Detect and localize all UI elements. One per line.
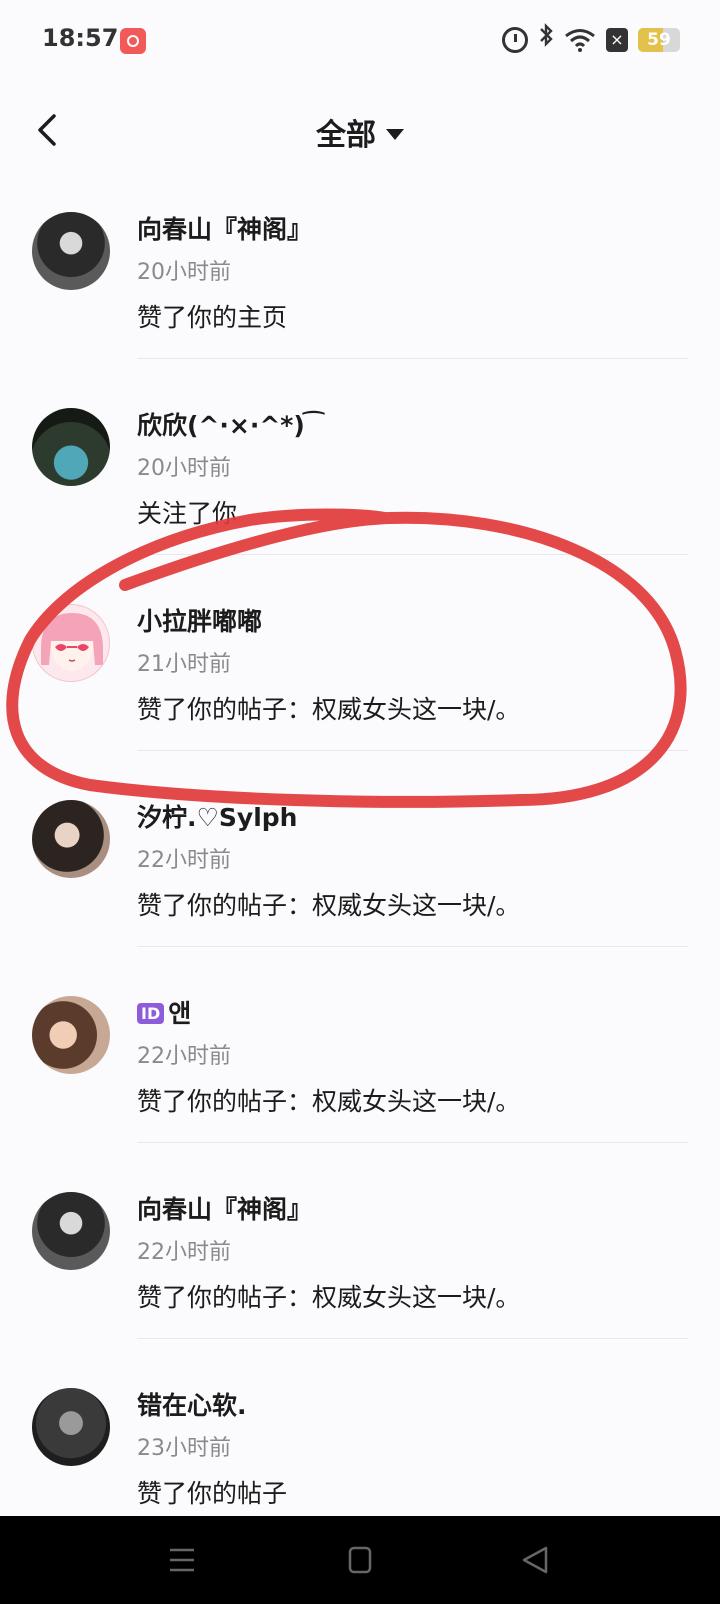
avatar[interactable] (32, 212, 110, 290)
nickname[interactable]: 欣欣(^·×·^*) ͡ (137, 406, 313, 442)
timestamp: 21小时前 (137, 652, 231, 677)
divider (137, 1338, 688, 1339)
action-text: 赞了你的帖子 (137, 1479, 288, 1508)
notification-item[interactable]: ID 앤 22小时前 赞了你的帖子：权威女头这一块/。 (0, 982, 720, 1178)
id-badge: ID (137, 1002, 165, 1024)
timestamp: 22小时前 (137, 1044, 231, 1069)
alarm-icon (502, 27, 528, 53)
nickname[interactable]: 小拉胖嘟嘟 (137, 602, 262, 638)
screen: 18:57 × 59 全部 向春山『神阁』 20小时前 赞了你的主页 欣欣(^·… (0, 0, 720, 1604)
filter-dropdown[interactable]: 全部 (0, 110, 720, 154)
avatar[interactable] (32, 1192, 110, 1270)
nickname[interactable]: ID 앤 (137, 994, 191, 1030)
avatar[interactable] (32, 1388, 110, 1466)
battery-level: 59 (647, 30, 671, 50)
notification-item[interactable]: 小拉胖嘟嘟 21小时前 赞了你的帖子：权威女头这一块/。 (0, 590, 720, 786)
caret-down-icon (386, 129, 404, 140)
battery-icon: 59 (638, 28, 680, 52)
action-text: 赞了你的帖子：权威女头这一块/。 (137, 1087, 521, 1116)
action-text: 赞了你的帖子：权威女头这一块/。 (137, 891, 521, 920)
sim-off-icon: × (606, 28, 628, 52)
timestamp: 20小时前 (137, 456, 231, 481)
divider (137, 1142, 688, 1143)
notification-item[interactable]: 向春山『神阁』 22小时前 赞了你的帖子：权威女头这一块/。 (0, 1178, 720, 1374)
notification-item[interactable]: 向春山『神阁』 20小时前 赞了你的主页 (0, 198, 720, 394)
action-text: 关注了你 (137, 499, 238, 528)
wifi-icon (564, 28, 596, 52)
avatar[interactable] (32, 996, 110, 1074)
divider (137, 358, 688, 359)
menu-icon[interactable] (162, 1542, 202, 1578)
avatar[interactable] (32, 800, 110, 878)
notification-list: 向春山『神阁』 20小时前 赞了你的主页 欣欣(^·×·^*) ͡ 20小时前 … (0, 198, 720, 1570)
timestamp: 23小时前 (137, 1436, 231, 1461)
status-bar: 18:57 × 59 (0, 0, 720, 80)
nickname-text: 앤 (168, 999, 192, 1028)
bluetooth-icon (538, 22, 554, 58)
system-nav-bar (0, 1516, 720, 1604)
divider (137, 554, 688, 555)
notification-item[interactable]: 欣欣(^·×·^*) ͡ 20小时前 关注了你 (0, 394, 720, 590)
divider (137, 946, 688, 947)
timestamp: 22小时前 (137, 1240, 231, 1265)
avatar[interactable] (32, 408, 110, 486)
action-text: 赞了你的帖子：权威女头这一块/。 (137, 1283, 521, 1312)
nickname[interactable]: 错在心软. (137, 1386, 247, 1422)
status-icons: × 59 (502, 22, 680, 58)
home-icon[interactable] (340, 1542, 380, 1578)
app-notification-icon (120, 28, 146, 54)
nickname[interactable]: 向春山『神阁』 (137, 210, 312, 246)
nickname[interactable]: 汐柠.♡Sylph (137, 798, 297, 834)
notification-item[interactable]: 汐柠.♡Sylph 22小时前 赞了你的帖子：权威女头这一块/。 (0, 786, 720, 982)
action-text: 赞了你的帖子：权威女头这一块/。 (137, 695, 521, 724)
status-time: 18:57 (42, 24, 119, 52)
avatar[interactable] (32, 604, 110, 682)
nickname[interactable]: 向春山『神阁』 (137, 1190, 312, 1226)
timestamp: 20小时前 (137, 260, 231, 285)
timestamp: 22小时前 (137, 848, 231, 873)
action-text: 赞了你的主页 (137, 303, 288, 332)
divider (137, 750, 688, 751)
back-triangle-icon[interactable] (516, 1542, 556, 1578)
filter-dropdown-label: 全部 (316, 118, 376, 153)
header: 全部 (0, 90, 720, 170)
